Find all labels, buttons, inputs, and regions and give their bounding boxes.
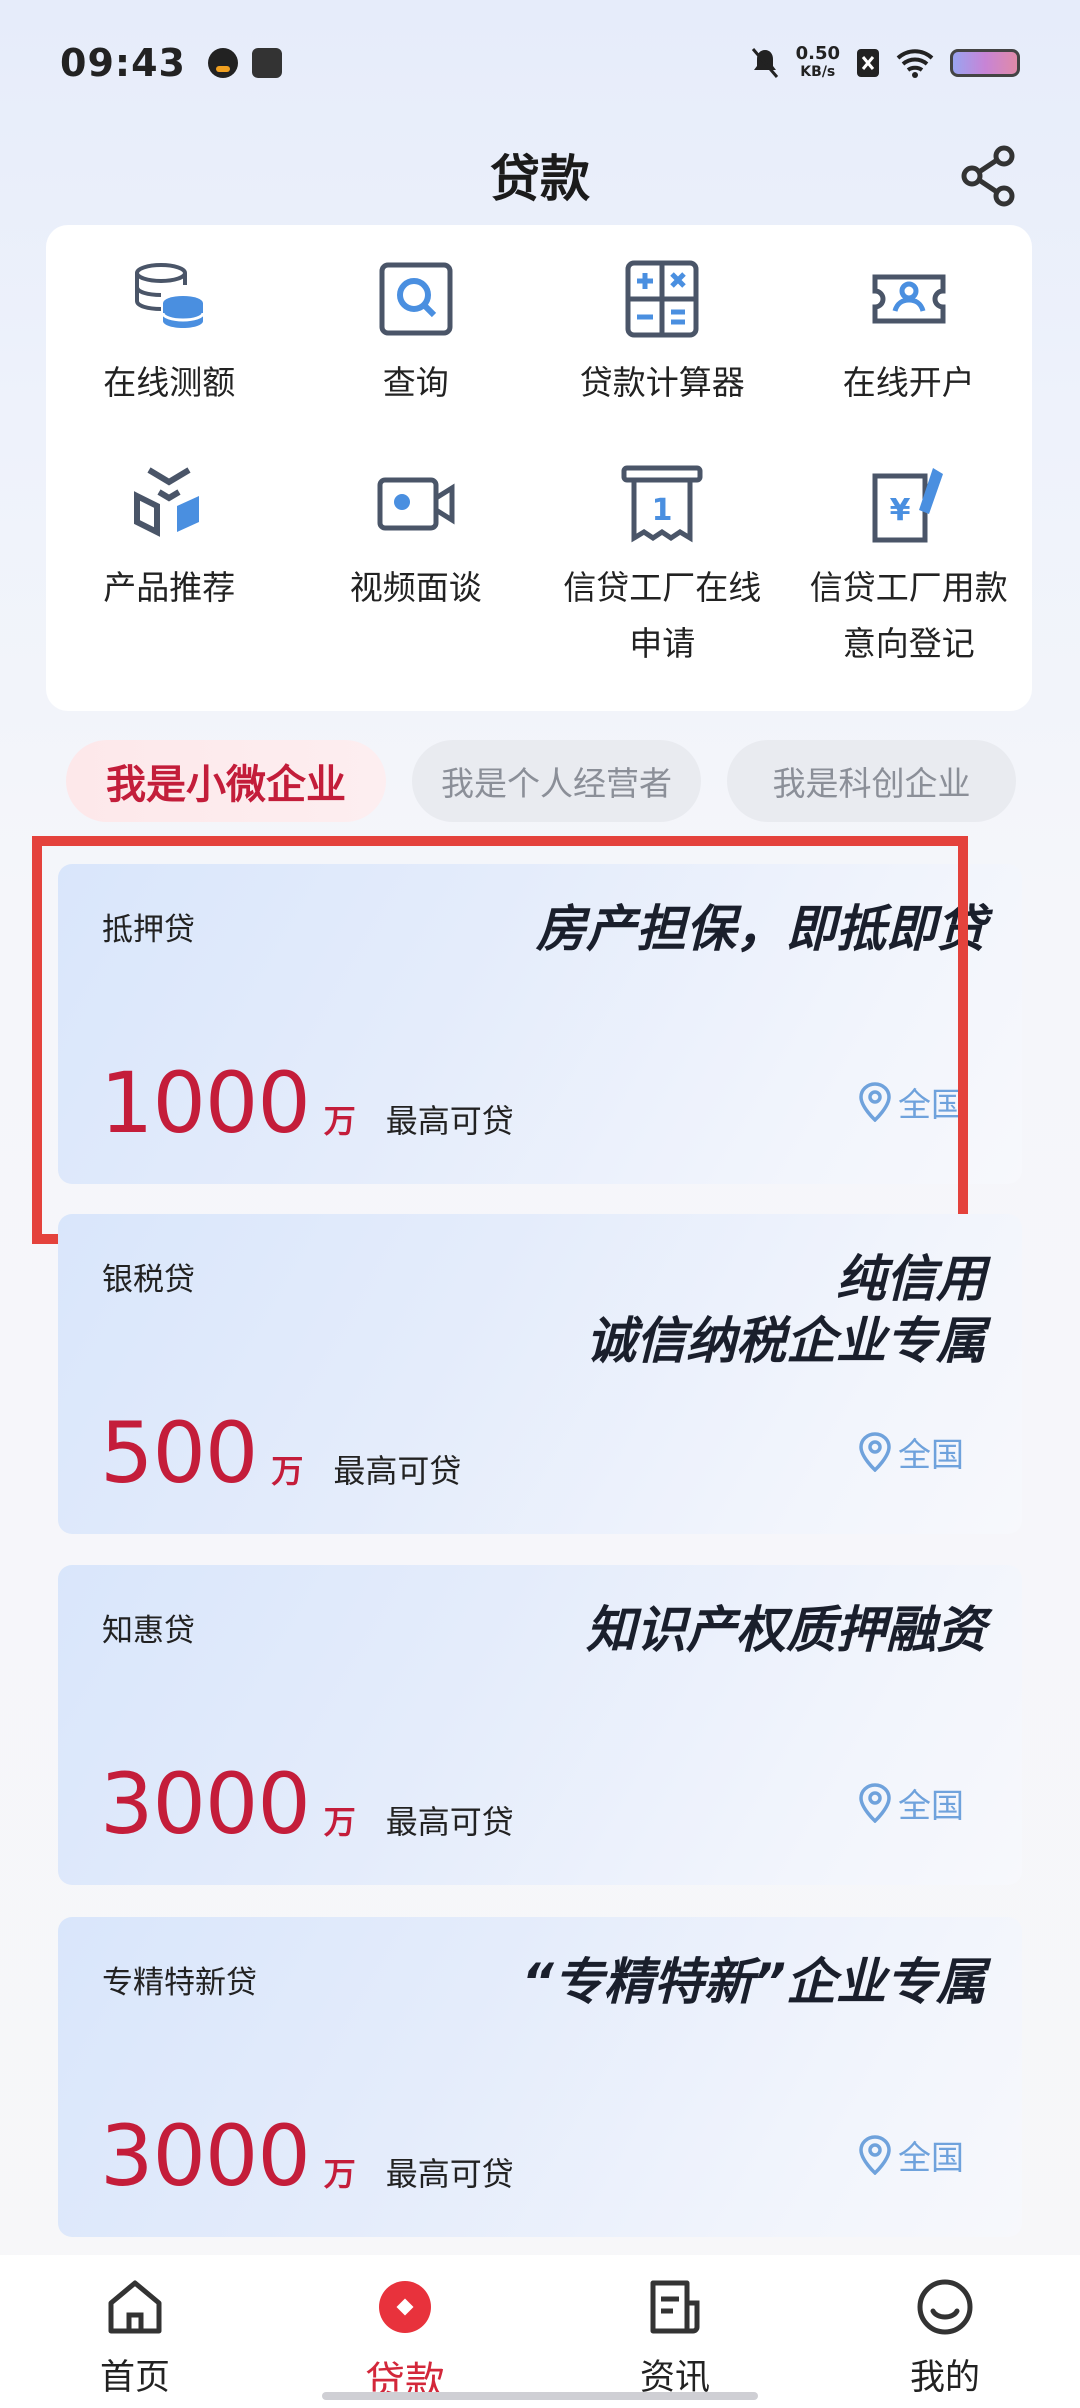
qq-notification-icon [207,47,238,78]
function-grid: 在线测额 查询 贷款计算器 在线开户 产品推荐 视频面谈 1 信贷工厂在线申请 … [46,225,1032,711]
amount-label: 最高可贷 [385,2155,514,2193]
loan-card-bank-tax[interactable]: 银税贷 纯信用 诚信纳税企业专属 500 万 最高可贷 全国 [58,1214,1022,1534]
grid-label: 贷款计算器 [579,363,745,402]
mute-icon [751,47,778,78]
profile-icon [917,2279,973,2335]
product-recommend-icon [134,467,200,537]
calculator-icon [625,260,699,338]
app-notification-icon [251,47,282,78]
loan-icon [379,2281,431,2333]
grid-item-loan-register[interactable]: ¥ 信贷工厂用款意向登记 [786,452,1033,712]
amount-value: 3000 [100,1755,311,1853]
nav-home[interactable]: 首页 [0,2255,270,2408]
loan-amount: 3000 万 最高可贷 [100,1755,514,1853]
grid-item-credit-apply[interactable]: 1 信贷工厂在线申请 [539,452,786,712]
database-icon [135,263,205,328]
status-bar: 09:43 0.50 KB/s [0,0,1080,125]
location-pin-icon [859,1432,891,1472]
nav-loan[interactable]: 贷款 [270,2255,540,2408]
home-indicator[interactable] [322,2392,758,2400]
grid-label: 视频面谈 [349,568,482,607]
loan-slogan: 知识产权质押融资 [586,1601,986,1659]
bottom-navigation: 首页 贷款 资讯 我的 [0,2255,1080,2408]
grid-item-product-recommend[interactable]: 产品推荐 [46,452,293,712]
battery-icon [950,48,1020,77]
video-icon [377,477,455,531]
wifi-icon [896,48,934,78]
amount-value: 500 [100,1404,258,1502]
grid-item-online-quota[interactable]: 在线测额 [46,247,293,452]
loan-slogan: “专精特新”企业专属 [521,1953,986,2011]
grid-item-video-interview[interactable]: 视频面谈 [293,452,540,712]
loan-card-specialized[interactable]: 专精特新贷 “专精特新”企业专属 3000 万 最高可贷 全国 [58,1917,1022,2237]
net-speed: 0.50 KB/s [795,42,840,80]
amount-label: 最高可贷 [385,1803,514,1841]
loan-region: 全国 [858,1779,964,1827]
loan-card-ip-pledge[interactable]: 知惠贷 知识产权质押融资 3000 万 最高可贷 全国 [58,1565,1022,1885]
header: 贷款 [0,130,1080,220]
loan-register-icon: ¥ [872,468,943,543]
status-time: 09:43 [60,40,186,85]
svg-text:¥: ¥ [889,493,910,528]
tab-individual-business[interactable]: 我是个人经营者 [412,740,701,822]
amount-value: 3000 [100,2107,311,2205]
nav-profile[interactable]: 我的 [810,2255,1080,2408]
location-pin-icon [859,2135,891,2175]
loan-region: 全国 [858,2131,964,2179]
grid-item-calculator[interactable]: 贷款计算器 [539,247,786,452]
grid-label: 信贷工厂用款意向登记 [809,568,1008,663]
loan-amount: 3000 万 最高可贷 [100,2107,514,2205]
amount-unit: 万 [323,1803,356,1841]
grid-label: 信贷工厂在线申请 [563,568,762,663]
grid-label: 在线测额 [103,363,236,402]
grid-label: 在线开户 [842,363,975,402]
grid-item-open-account[interactable]: 在线开户 [786,247,1033,452]
amount-unit: 万 [271,1452,304,1490]
loan-region: 全国 [858,1428,964,1476]
loan-name: 知惠贷 [102,1613,195,1649]
amount-label: 最高可贷 [333,1452,462,1490]
highlight-annotation-box [32,836,968,1244]
loan-amount: 500 万 最高可贷 [100,1404,461,1502]
grid-label: 查询 [382,363,449,402]
tab-tech-enterprise[interactable]: 我是科创企业 [727,740,1016,822]
share-icon[interactable] [958,144,1022,208]
tab-small-micro-enterprise[interactable]: 我是小微企业 [66,740,387,822]
news-icon [650,2280,700,2334]
grid-label: 产品推荐 [103,568,236,607]
customer-type-tabs: 我是小微企业 我是个人经营者 我是科创企业 [66,740,1016,822]
loan-name: 银税贷 [102,1262,195,1298]
credit-apply-icon: 1 [621,465,703,543]
page-title: 贷款 [490,150,590,208]
loan-screen: 09:43 0.50 KB/s 贷款 在线测额 查询 贷款计算器 在线开户 产品… [0,0,1080,2408]
account-card-icon [872,274,946,324]
location-pin-icon [859,1783,891,1823]
grid-item-query[interactable]: 查询 [293,247,540,452]
nav-news[interactable]: 资讯 [540,2255,810,2408]
amount-unit: 万 [323,2155,356,2193]
search-icon [379,262,453,336]
loan-slogan: 纯信用 诚信纳税企业专属 [586,1250,986,1370]
sim-off-icon [857,48,879,77]
svg-text:1: 1 [652,493,673,528]
loan-name: 专精特新贷 [102,1965,257,2001]
home-icon [108,2280,162,2334]
